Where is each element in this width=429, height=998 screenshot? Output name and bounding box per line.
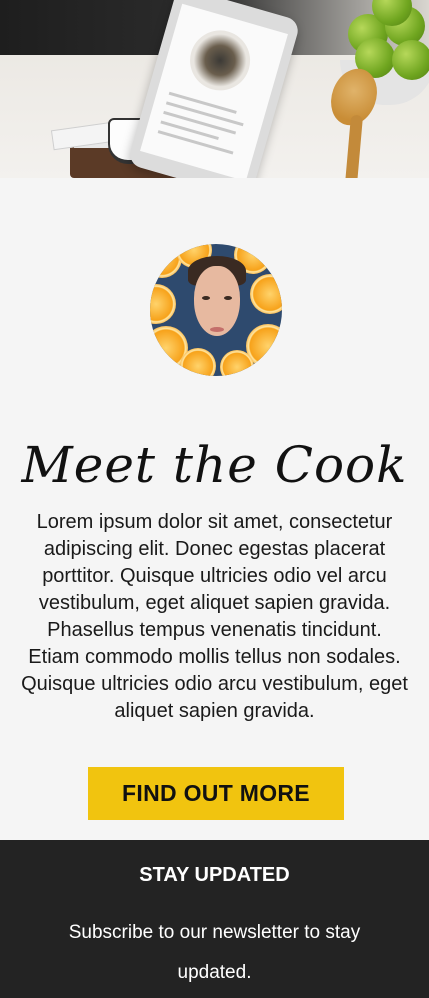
section-title: Meet the Cook xyxy=(21,436,408,494)
cook-face xyxy=(194,266,240,336)
cook-eye xyxy=(224,296,232,300)
cook-eye xyxy=(202,296,210,300)
newsletter-description: Subscribe to our newsletter to stay upda… xyxy=(68,922,361,983)
newsletter-footer: STAY UPDATED Subscribe to our newsletter… xyxy=(0,840,429,998)
orange-slice xyxy=(180,348,216,376)
tablet-dish-photo xyxy=(182,23,258,98)
lime xyxy=(392,40,429,80)
tablet-text-line xyxy=(157,130,234,155)
orange-slice xyxy=(250,274,282,314)
cook-bio: Lorem ipsum dolor sit amet, consectetur … xyxy=(21,511,408,722)
tablet-text-line xyxy=(168,91,237,114)
hero-image xyxy=(0,0,429,178)
orange-slice xyxy=(150,284,176,324)
newsletter-heading: STAY UPDATED xyxy=(139,864,290,886)
cook-avatar xyxy=(150,244,282,376)
meet-the-cook-section: Meet the Cook Lorem ipsum dolor sit amet… xyxy=(0,178,429,840)
find-out-more-button[interactable]: FIND OUT MORE xyxy=(88,767,344,820)
orange-slice xyxy=(220,350,254,376)
cook-lips xyxy=(210,327,224,332)
